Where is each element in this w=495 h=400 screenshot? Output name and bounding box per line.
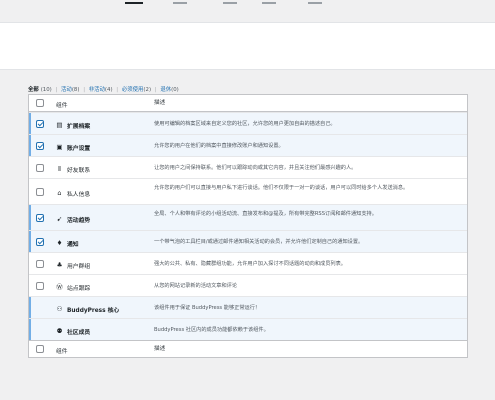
column-header-component[interactable]: 组件: [56, 100, 68, 109]
active-indicator: [29, 319, 31, 340]
component-description: 允许您的用户们可以直接与用户私下进行谈话。他们不仅限于一对一的谈话，用户可以同时…: [154, 185, 409, 191]
component-name[interactable]: ♣ 用户群组: [56, 260, 91, 270]
column-footer-description: 描述: [154, 346, 166, 352]
filter-must-use[interactable]: 必须使用(2): [122, 87, 151, 93]
active-indicator: [29, 205, 31, 230]
filter-dropins[interactable]: 退休(0): [160, 87, 178, 93]
component-description: 强大的公共、私有、隐藏群组功能，允许用户加入探讨不同话题的动向和成员列表。: [154, 261, 346, 267]
messages-icon: ⌂: [57, 188, 62, 197]
friends-icon: ⦀: [58, 164, 61, 173]
row-checkbox[interactable]: [36, 164, 44, 172]
component-label: 社区成员: [67, 329, 91, 336]
filter-all[interactable]: 全部 (10): [28, 87, 52, 93]
table-row: ⌂ 私人信息 允许您的用户们可以直接与用户私下进行谈话。他们不仅限于一对一的谈话，用…: [29, 178, 467, 204]
component-label: 通知: [67, 241, 79, 248]
profile-icon: ▤: [56, 120, 63, 129]
table-row: ♣ 用户群组 强大的公共、私有、隐藏群组功能，允许用户加入探讨不同话题的动向和成员列…: [29, 252, 467, 274]
activity-icon: ➹: [56, 214, 63, 223]
wordpress-icon: Ⓦ: [56, 282, 63, 291]
component-label: 扩展档案: [67, 123, 91, 130]
component-label: 用户群组: [67, 263, 91, 270]
component-label: 站点跟踪: [67, 285, 91, 292]
row-checkbox[interactable]: [36, 188, 44, 196]
component-description: 全局、个人和带有评论的小组活动流、直接发布和@提及，所有带完整RSS订阅和邮件通…: [154, 211, 377, 217]
select-all-checkbox[interactable]: [36, 99, 44, 107]
active-indicator: [29, 297, 31, 318]
tab-1[interactable]: [125, 2, 143, 12]
active-indicator: [29, 135, 31, 156]
table-row: ♦ 通知 一个带气泡的工具栏目/或通过邮件通知相关活动的会员，并允许他们定制自己的通…: [29, 230, 467, 252]
top-tab-bar: [0, 0, 495, 14]
component-name[interactable]: ▣ 账户设置: [56, 143, 90, 152]
column-footer-component[interactable]: 组件: [56, 346, 68, 355]
active-indicator: [29, 231, 31, 252]
component-name[interactable]: ⚉ 社区成员: [56, 326, 91, 336]
row-checkbox[interactable]: [36, 120, 44, 128]
component-name[interactable]: ▤ 扩展档案: [56, 121, 90, 130]
component-name[interactable]: ⚇ BuddyPress 核心: [56, 304, 120, 314]
table-body: ▤ 扩展档案 使用可编辑的档案区域来自定义您的社区，允许您的用户更加自由的描述自己。…: [29, 112, 467, 340]
row-checkbox[interactable]: [36, 260, 44, 268]
active-indicator: [29, 113, 31, 134]
settings-icon: ▣: [56, 142, 63, 151]
table-row: ➹ 活动趋势 全局、个人和带有评论的小组活动流、直接发布和@提及，所有带完整RSS订…: [29, 204, 467, 230]
row-checkbox[interactable]: [36, 238, 44, 246]
members-icon: ⚉: [56, 326, 63, 335]
select-all-checkbox-footer[interactable]: [36, 345, 44, 353]
row-checkbox[interactable]: [36, 214, 44, 222]
table-row: ▤ 扩展档案 使用可编辑的档案区域来自定义您的社区，允许您的用户更加自由的描述自己。: [29, 112, 467, 134]
tab-5[interactable]: [308, 2, 322, 12]
table-row: ⚇ BuddyPress 核心 该组件用于保证 BuddyPress 能够正常运行！: [29, 296, 467, 318]
table-footer: 组件 描述: [29, 340, 467, 357]
table-row: ⚉ 社区成员 BuddyPress 社区内的成员功能都依赖于该组件。: [29, 318, 467, 340]
row-checkbox[interactable]: [36, 282, 44, 290]
header-panel: [0, 22, 495, 70]
component-label: 活动趋势: [67, 217, 91, 224]
buddypress-icon: ⚇: [56, 304, 63, 313]
groups-icon: ♣: [56, 260, 63, 269]
component-description: 让您的用户之间保持联系。他们可以跟踪动向或其它内容，并且关注他们最感兴趣的人。: [154, 165, 357, 171]
notification-icon: ♦: [56, 238, 63, 247]
table-header: 组件 描述: [29, 95, 467, 112]
component-label: BuddyPress 核心: [67, 307, 120, 314]
component-name[interactable]: Ⓦ 站点跟踪: [56, 283, 90, 292]
component-description: 允许您的用户在他们的档案中直接修改账户和通知设置。: [154, 143, 284, 149]
component-name[interactable]: ➹ 活动趋势: [56, 215, 90, 224]
tab-4[interactable]: [262, 2, 276, 12]
table-row: ▣ 账户设置 允许您的用户在他们的档案中直接修改账户和通知设置。: [29, 134, 467, 156]
status-filter-links: 全部 (10) | 活动(8) | 非活动(4) | 必须使用(2) | 退休(…: [28, 87, 179, 93]
component-description: 使用可编辑的档案区域来自定义您的社区，允许您的用户更加自由的描述自己。: [154, 121, 336, 127]
component-label: 账户设置: [67, 145, 91, 152]
component-name[interactable]: ♦ 通知: [56, 239, 79, 248]
component-description: BuddyPress 社区内的成员功能都依赖于该组件。: [154, 327, 269, 333]
component-name[interactable]: ⦀ 好友联系: [56, 165, 90, 174]
column-header-description: 描述: [154, 100, 166, 106]
row-checkbox[interactable]: [36, 142, 44, 150]
table-row: Ⓦ 站点跟踪 从您的网站记录新的活动文章和评论: [29, 274, 467, 296]
tab-3[interactable]: [223, 2, 237, 12]
filter-inactive[interactable]: 非活动(4): [89, 87, 113, 93]
tab-2[interactable]: [173, 2, 187, 12]
component-label: 私人信息: [67, 191, 91, 198]
component-name[interactable]: ⌂ 私人信息: [56, 189, 90, 198]
component-label: 好友联系: [67, 167, 91, 174]
table-row: ⦀ 好友联系 让您的用户之间保持联系。他们可以跟踪动向或其它内容，并且关注他们最感兴…: [29, 156, 467, 178]
components-table: 组件 描述 ▤ 扩展档案 使用可编辑的档案区域来自定义您的社区，允许您的用户更加自由…: [28, 94, 468, 358]
component-description: 该组件用于保证 BuddyPress 能够正常运行！: [154, 305, 261, 311]
component-description: 从您的网站记录新的活动文章和评论: [154, 283, 238, 289]
filter-active[interactable]: 活动(8): [61, 87, 79, 93]
component-description: 一个带气泡的工具栏目/或通过邮件通知相关活动的会员，并允许他们定制自己的通知设置…: [154, 239, 364, 245]
